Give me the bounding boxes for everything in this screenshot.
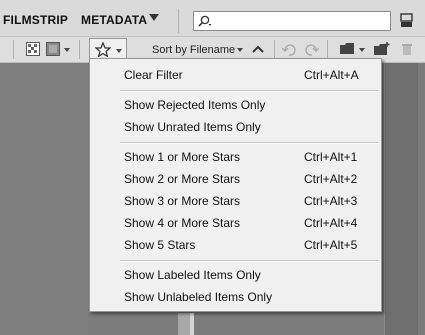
menu-item-shortcut: Ctrl+Alt+5 [304,238,358,252]
menu-item-shortcut: Ctrl+Alt+A [304,68,359,82]
menu-item-show-unrated[interactable]: Show Unrated Items Only [90,117,381,137]
menu-item-label: Show 3 or More Stars [124,194,241,208]
menu-item-2-stars[interactable]: Show 2 or More Stars Ctrl+Alt+2 [90,169,381,189]
divider [13,40,14,59]
chevron-down-icon[interactable] [149,14,159,21]
menu-item-label: Clear Filter [124,68,183,82]
divider [178,9,179,33]
menu-separator [120,90,379,92]
menu-item-1-star[interactable]: Show 1 or More Stars Ctrl+Alt+1 [90,147,381,167]
divider [327,40,328,59]
menu-separator [120,142,379,144]
menu-item-show-rejected[interactable]: Show Rejected Items Only [90,95,381,115]
menu-item-label: Show Labeled Items Only [124,268,261,282]
new-folder-icon[interactable] [374,42,390,56]
search-icon[interactable] [197,14,212,28]
menu-item-label: Show Unlabeled Items Only [124,290,273,304]
menu-item-label: Show 1 or More Stars [124,150,241,164]
menu-item-show-unlabeled[interactable]: Show Unlabeled Items Only [90,287,381,307]
menu-item-label: Show 2 or More Stars [124,172,241,186]
filter-menu: Clear Filter Ctrl+Alt+A Show Rejected It… [89,58,382,312]
rotate-right-icon[interactable] [305,42,319,56]
menu-item-shortcut: Ctrl+Alt+2 [304,172,358,186]
chevron-down-icon[interactable] [64,48,70,52]
rotate-left-icon[interactable] [282,42,296,56]
sort-by-dropdown[interactable]: Sort by Filename [152,44,235,56]
menu-item-label: Show Unrated Items Only [124,120,261,134]
menu-item-shortcut: Ctrl+Alt+4 [304,216,358,230]
divider [79,40,80,59]
scrollbar[interactable] [178,313,190,335]
star-icon [95,42,111,57]
menu-item-label: Show Rejected Items Only [124,98,266,112]
scrollbar-edge [190,313,194,335]
menu-item-label: Show 4 or More Stars [124,216,241,230]
menu-item-show-labeled[interactable]: Show Labeled Items Only [90,265,381,285]
search-input[interactable] [193,11,391,31]
menu-item-shortcut: Ctrl+Alt+1 [304,150,358,164]
menu-item-shortcut: Ctrl+Alt+3 [304,194,358,208]
view-options-icon[interactable] [46,42,60,56]
content-area [0,63,88,335]
sort-ascending-icon[interactable] [251,44,265,54]
menu-item-4-stars[interactable]: Show 4 or More Stars Ctrl+Alt+4 [90,213,381,233]
menu-separator [120,260,379,262]
tab-filmstrip[interactable]: FILMSTRIP [3,13,68,27]
menu-item-3-stars[interactable]: Show 3 or More Stars Ctrl+Alt+3 [90,191,381,211]
filter-button[interactable] [89,38,127,60]
divider [274,40,275,59]
chevron-down-icon[interactable] [359,48,365,52]
chevron-down-icon[interactable] [237,48,243,52]
menu-item-5-stars[interactable]: Show 5 Stars Ctrl+Alt+5 [90,235,381,255]
thumbnail-quality-icon[interactable] [26,42,40,56]
panel-tab-bar: FILMSTRIP METADATA [0,0,425,37]
menu-item-clear-filter[interactable]: Clear Filter Ctrl+Alt+A [90,65,381,85]
window-mode-icon[interactable] [400,13,414,29]
preview-panel [384,63,418,335]
trash-icon[interactable] [401,42,413,56]
folder-icon[interactable] [340,43,356,55]
menu-item-label: Show 5 Stars [124,238,196,252]
tab-metadata[interactable]: METADATA [81,13,147,27]
chevron-down-icon [116,49,122,53]
